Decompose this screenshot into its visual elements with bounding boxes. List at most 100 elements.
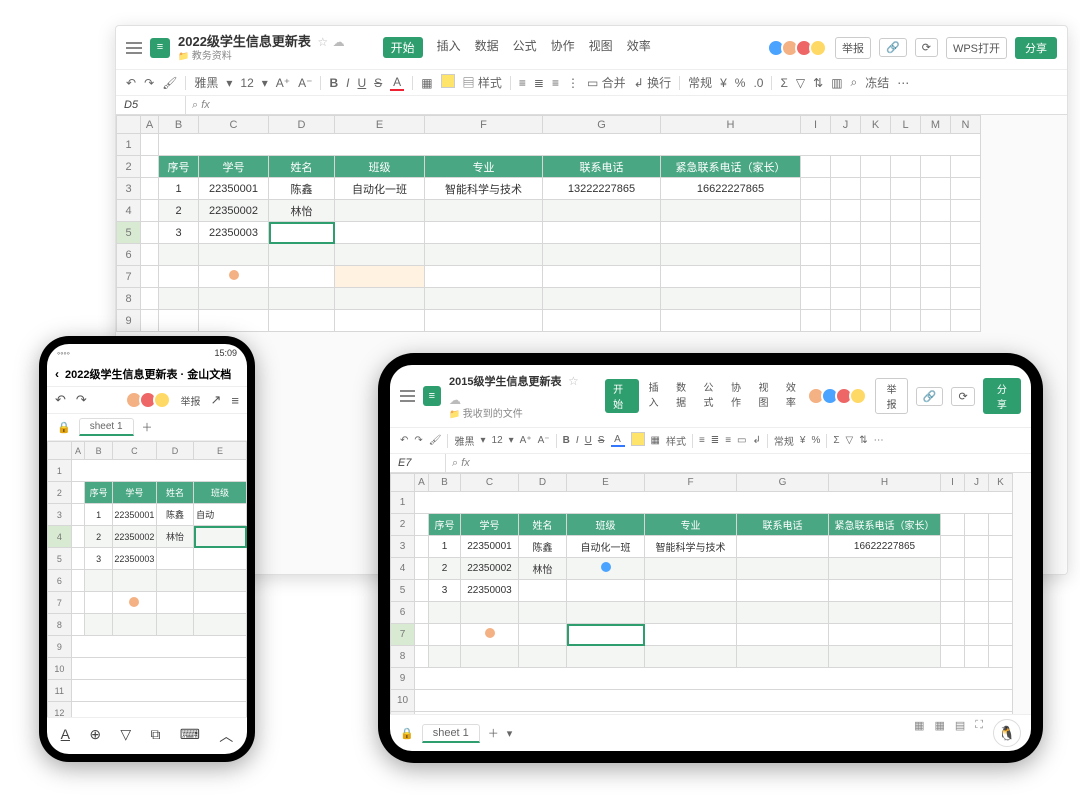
redo-icon[interactable]: ↷ [414,435,422,446]
chart-icon[interactable]: ▥ [831,76,842,90]
fill-color-icon[interactable] [441,74,455,91]
tab-start[interactable]: 开始 [605,379,638,413]
name-box[interactable]: E7 [390,454,446,472]
col-header[interactable]: D [269,116,335,134]
table-header[interactable]: 班级 [335,156,425,178]
cell[interactable]: 智能科学与技术 [425,178,543,200]
menu-icon[interactable] [400,390,415,402]
cell-style-icon[interactable]: ▤ 样式 [463,74,502,91]
cell[interactable]: 1 [159,178,199,200]
spreadsheet-grid[interactable]: A B C D E 1 2 序号 学号 姓名 班级 3122350001陈鑫自动… [47,441,247,717]
align-icon[interactable]: ≡ [699,435,705,446]
link-icon[interactable]: 🔗 [879,38,907,57]
underline-icon[interactable]: U [358,76,367,90]
report-button[interactable]: 举报 [875,378,907,414]
paint-icon[interactable]: 🖌 [429,435,442,446]
menu-icon[interactable]: ≡ [231,393,239,408]
col-header[interactable]: J [831,116,861,134]
table-header[interactable]: 学号 [199,156,269,178]
sort-icon[interactable]: ⇅ [859,435,867,446]
filter-icon[interactable]: ▽ [120,726,131,746]
table-icon[interactable]: ▤ [955,719,965,747]
expand-icon[interactable]: ⛶ [975,719,983,747]
merge-icon[interactable]: ▭ 合并 [587,74,626,91]
cell[interactable]: 自动化一班 [335,178,425,200]
report-button[interactable]: 举报 [835,37,871,59]
border-icon[interactable]: ▦ [651,435,660,446]
sheet-tab[interactable]: sheet 1 [79,418,134,436]
add-icon[interactable]: ⊕ [89,726,101,746]
star-icon[interactable]: ☆ [568,374,579,388]
photo-icon[interactable]: ⧉ [150,726,160,746]
align-icon[interactable]: ≣ [711,435,719,446]
table-header[interactable]: 专业 [425,156,543,178]
undo-icon[interactable]: ↶ [400,435,408,446]
number-format[interactable]: 常规 [688,74,712,91]
italic-icon[interactable]: I [346,76,349,90]
fill-color-icon[interactable] [631,432,645,449]
share-button[interactable]: 分享 [1015,37,1057,59]
align-left-icon[interactable]: ≡ [519,76,526,90]
col-header[interactable]: E [335,116,425,134]
cell[interactable] [335,222,425,244]
selected-cell[interactable] [194,526,247,548]
currency-icon[interactable]: ¥ [720,76,727,90]
bold-icon[interactable]: B [329,76,338,90]
fx-icon[interactable]: ⌕ fx [186,99,216,112]
table-header[interactable]: 联系电话 [543,156,661,178]
dec-inc-icon[interactable]: .0 [753,76,763,90]
undo-icon[interactable]: ↶ [126,76,136,90]
cell[interactable]: 22350003 [199,222,269,244]
wrap-icon[interactable]: ↲ [752,435,760,446]
merge-icon[interactable]: ▭ [737,435,746,446]
redo-icon[interactable]: ↷ [76,392,87,408]
align-right-icon[interactable]: ≡ [552,76,559,90]
table-header[interactable]: 序号 [159,156,199,178]
add-sheet-icon[interactable]: ＋ [488,725,499,741]
name-box[interactable]: D5 [116,96,186,114]
cell[interactable]: 3 [159,222,199,244]
keyboard-icon[interactable]: ⌨ [180,726,200,746]
bold-icon[interactable]: B [563,435,570,446]
cell[interactable]: 林怡 [269,200,335,222]
selected-cell[interactable] [567,624,645,646]
report-button[interactable]: 举报 [181,393,201,408]
strike-icon[interactable]: S [374,76,382,90]
col-header[interactable]: N [951,116,981,134]
sum-icon[interactable]: Σ [780,76,787,90]
strike-icon[interactable]: S [598,435,605,446]
font-color-icon[interactable]: A [390,75,404,91]
collaborator-avatars[interactable] [129,391,171,409]
tab-efficiency[interactable]: 效率 [627,37,651,58]
history-icon[interactable]: ⟳ [951,387,974,406]
undo-icon[interactable]: ↶ [55,392,66,408]
align-center-icon[interactable]: ≣ [534,76,544,90]
col-header[interactable]: A [141,116,159,134]
cell[interactable]: 22350001 [199,178,269,200]
share-icon[interactable]: ↗ [211,392,222,408]
table-header[interactable]: 姓名 [269,156,335,178]
percent-icon[interactable]: % [735,76,746,90]
add-sheet-icon[interactable]: ＋ [142,419,153,435]
folder-path[interactable]: 教务资料 [178,51,345,63]
col-header[interactable]: M [921,116,951,134]
formula-input[interactable] [216,102,1067,108]
valign-icon[interactable]: ⋮ [567,76,579,90]
cell[interactable] [661,222,801,244]
lock-icon[interactable]: 🔒 [57,421,71,434]
cell[interactable] [425,222,543,244]
folder-path[interactable]: 我收到的文件 [449,409,583,421]
cell-style-icon[interactable]: 样式 [666,433,686,448]
star-icon[interactable]: ☆ [317,35,328,49]
spreadsheet-grid[interactable]: A B C D E F G H I J K 1 2 序号 学号 姓名 [390,473,1031,714]
font-size[interactable]: 12 [492,435,503,446]
percent-icon[interactable]: % [811,435,820,446]
cell[interactable]: 16622227865 [661,178,801,200]
more-icon[interactable]: ⋯ [874,435,884,446]
history-icon[interactable]: ⟳ [915,38,938,57]
collapse-icon[interactable]: ︿ [219,726,233,746]
border-icon[interactable]: ▦ [421,76,432,90]
back-icon[interactable]: ‹ [55,367,59,381]
font-color-icon[interactable]: A [611,434,625,447]
align-icon[interactable]: ≡ [725,435,731,446]
